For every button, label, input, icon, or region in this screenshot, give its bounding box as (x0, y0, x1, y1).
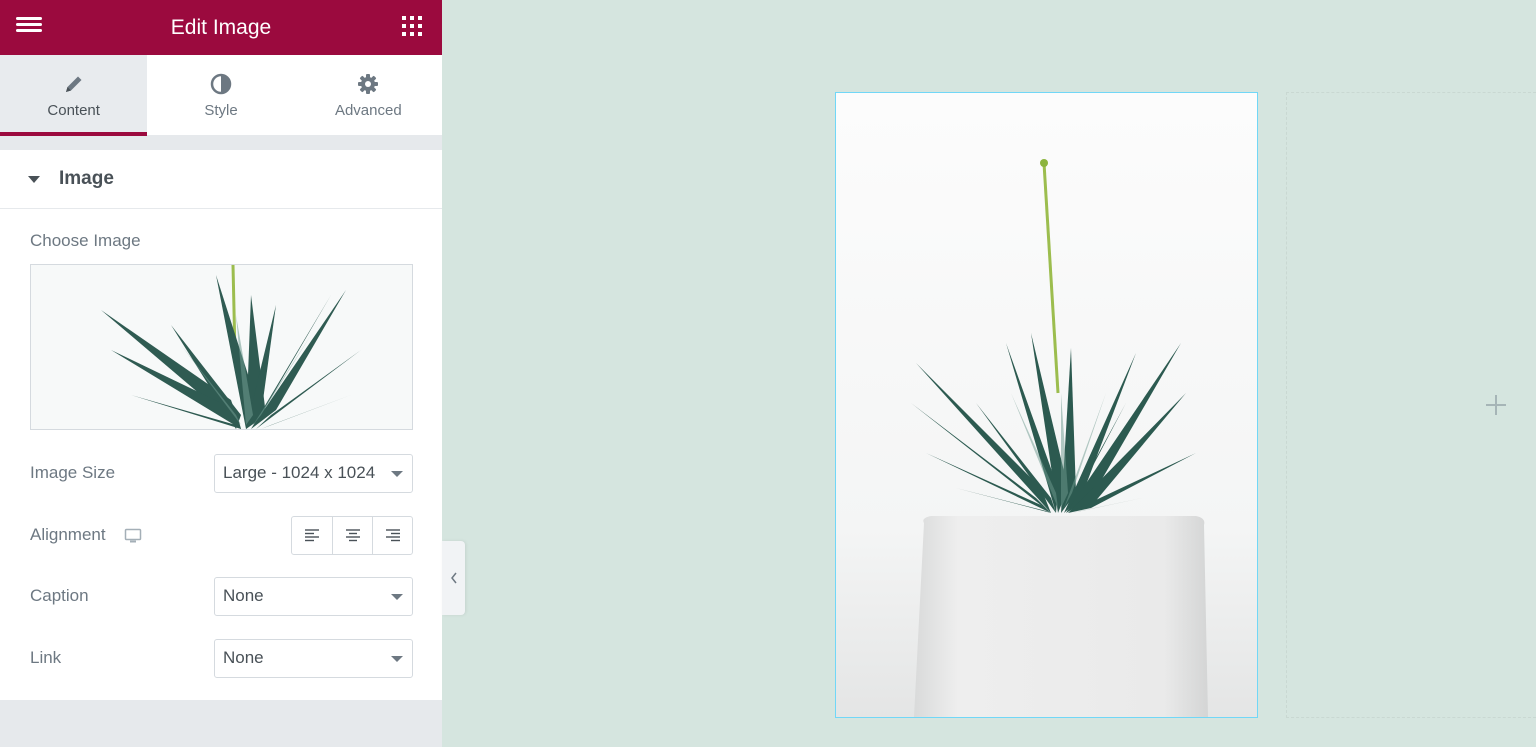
grid-icon[interactable] (402, 16, 422, 36)
align-left-button[interactable] (292, 517, 332, 554)
image-widget[interactable] (835, 92, 1258, 718)
tab-advanced[interactable]: Advanced (295, 55, 442, 135)
align-center-icon (345, 529, 360, 542)
panel-tabs: Content Style Advanced (0, 55, 442, 136)
alignment-row: Alignment (30, 515, 413, 555)
link-select[interactable]: None (214, 638, 413, 678)
chevron-left-icon (450, 572, 457, 584)
plant-image (836, 93, 1257, 717)
caption-label: Caption (30, 586, 89, 605)
editor-panel: Edit Image Content Style Advanced Image … (0, 0, 442, 747)
tab-style[interactable]: Style (147, 55, 294, 135)
image-size-select[interactable]: Large - 1024 x 1024 (214, 453, 413, 493)
alignment-label: Alignment (30, 525, 106, 544)
image-section: Image Choose Image Image Size Large - 10… (0, 150, 442, 700)
panel-collapse-button[interactable] (442, 541, 465, 615)
hamburger-icon[interactable] (16, 15, 42, 39)
align-left-icon (305, 529, 319, 542)
align-center-button[interactable] (332, 516, 372, 554)
choose-image-label: Choose Image (30, 231, 141, 250)
image-size-value: Large - 1024 x 1024 (223, 463, 376, 482)
image-size-row: Image Size Large - 1024 x 1024 (30, 453, 413, 493)
chevron-down-icon (391, 470, 403, 477)
tab-content[interactable]: Content (0, 55, 148, 136)
link-value: None (223, 648, 264, 667)
plus-icon[interactable] (1484, 393, 1508, 417)
alignment-control (291, 515, 413, 555)
alignment-label-wrap: Alignment (30, 525, 291, 545)
caption-value: None (223, 586, 264, 605)
section-title: Image (59, 168, 114, 189)
plant-thumbnail (31, 265, 412, 429)
pencil-icon (62, 72, 86, 96)
chevron-down-icon (391, 655, 403, 662)
panel-title: Edit Image (170, 15, 272, 39)
chevron-down-icon (391, 593, 403, 600)
panel-header: Edit Image (0, 0, 442, 55)
link-label: Link (30, 648, 62, 667)
link-row: Link None (30, 638, 413, 678)
align-right-icon (385, 529, 400, 542)
tab-advanced-label: Advanced (334, 102, 402, 119)
gear-icon (356, 72, 380, 96)
tab-style-label: Style (204, 102, 238, 119)
desktop-icon[interactable] (124, 528, 142, 544)
caption-row: Caption None (30, 576, 413, 616)
half-circle-icon (209, 72, 233, 96)
section-toggle[interactable]: Image (0, 150, 442, 209)
align-right-button[interactable] (372, 516, 412, 554)
caret-down-icon (28, 175, 40, 183)
image-size-label: Image Size (30, 463, 116, 482)
caption-select[interactable]: None (214, 576, 413, 616)
tab-content-label: Content (47, 102, 100, 119)
image-picker[interactable] (30, 264, 413, 430)
